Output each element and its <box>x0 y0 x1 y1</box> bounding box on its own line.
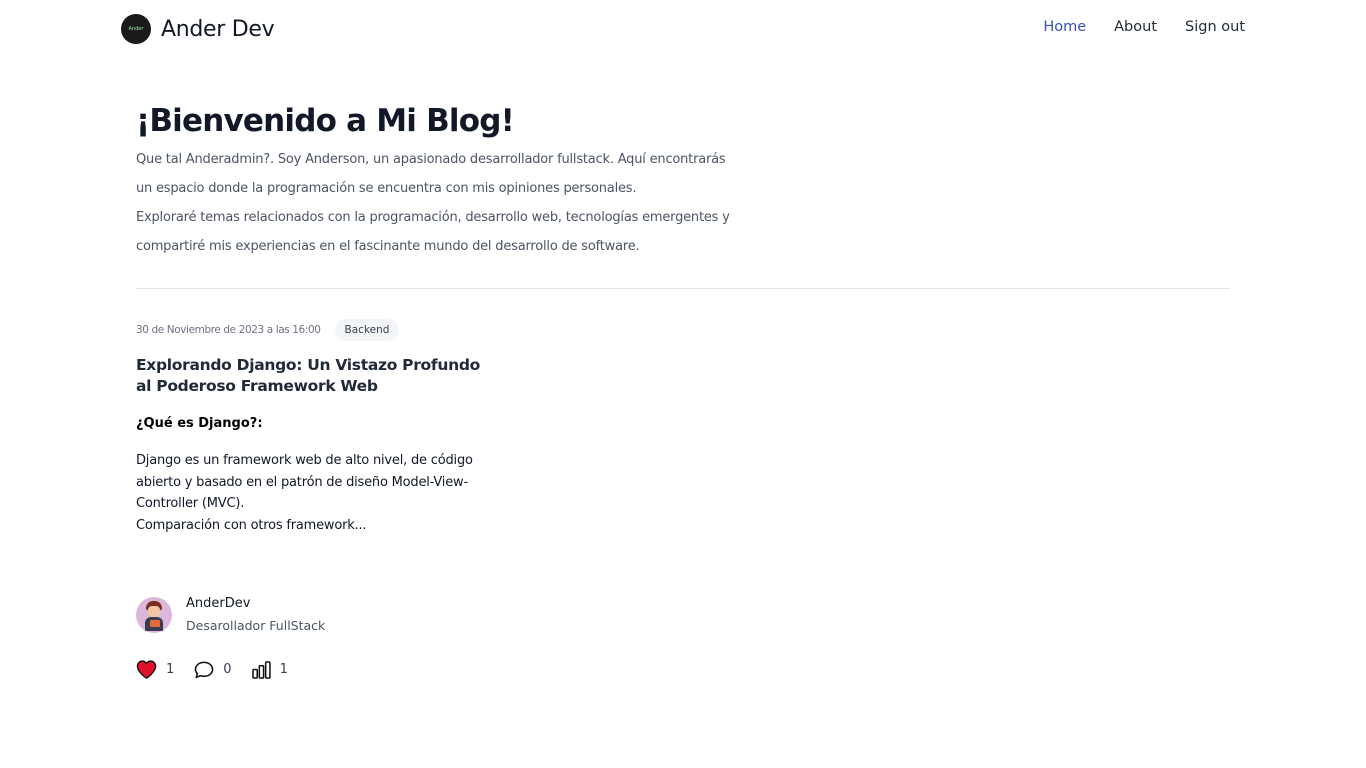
heart-icon[interactable] <box>136 660 157 679</box>
excerpt-heading: ¿Qué es Django?: <box>136 416 263 431</box>
post-excerpt: Django es un framework web de alto nivel… <box>136 450 496 536</box>
author-name[interactable]: AnderDev <box>186 595 325 613</box>
page-title: ¡Bienvenido a Mi Blog! <box>136 103 515 139</box>
excerpt-line: Django es un framework web de alto nivel… <box>136 453 473 468</box>
brand[interactable]: Ander Ander Dev <box>121 14 275 44</box>
nav-about-link[interactable]: About <box>1114 19 1157 35</box>
welcome-line: compartiré mis experiencias en el fascin… <box>136 239 640 254</box>
avatar[interactable] <box>136 597 172 633</box>
logo-text: Ander <box>128 26 144 32</box>
excerpt-line: Controller (MVC). <box>136 496 245 511</box>
welcome-line: un espacio donde la programación se encu… <box>136 181 637 196</box>
views-chart-icon <box>251 660 271 679</box>
nav-home-link[interactable]: Home <box>1043 19 1086 35</box>
post-card: 30 de Noviembre de 2023 a las 16:00 Back… <box>136 318 496 536</box>
comment-count: 0 <box>223 662 232 677</box>
welcome-text: Que tal Anderadmin?. Soy Anderson, un ap… <box>136 145 756 261</box>
brand-name[interactable]: Ander Dev <box>161 17 275 42</box>
welcome-section: ¡Bienvenido a Mi Blog! Que tal Anderadmi… <box>136 100 756 261</box>
views-count: 1 <box>279 662 288 677</box>
author-role: Desarollador FullStack <box>186 618 326 633</box>
site-logo[interactable]: Ander <box>121 14 151 44</box>
views-stat: 1 <box>251 660 288 679</box>
comment-stat[interactable]: 0 <box>194 661 232 679</box>
post-meta: 30 de Noviembre de 2023 a las 16:00 Back… <box>136 318 496 342</box>
like-count: 1 <box>166 662 175 677</box>
nav-sign-out-link[interactable]: Sign out <box>1185 19 1245 35</box>
post-stats: 1 0 1 <box>136 660 308 679</box>
excerpt-line: abierto y basado en el patrón de diseño … <box>136 474 468 490</box>
section-divider <box>136 288 1230 289</box>
comment-icon[interactable] <box>194 661 214 679</box>
like-stat[interactable]: 1 <box>136 660 174 679</box>
post-author: AnderDev Desarollador FullStack <box>136 595 325 635</box>
site-header: Ander Ander Dev Home About Sign out <box>0 0 1366 58</box>
post-date: 30 de Noviembre de 2023 a las 16:00 <box>136 324 321 336</box>
main-nav: Home About Sign out <box>1043 19 1245 35</box>
excerpt-line: Comparación con otros framework... <box>136 517 367 533</box>
post-title[interactable]: Explorando Django: Un Vistazo Profundo a… <box>136 355 496 397</box>
welcome-line: Exploraré temas relacionados con la prog… <box>136 210 730 225</box>
author-info: AnderDev Desarollador FullStack <box>186 595 325 635</box>
post-category-tag[interactable]: Backend <box>334 319 400 341</box>
welcome-line: Que tal Anderadmin?. Soy Anderson, un ap… <box>136 152 726 167</box>
